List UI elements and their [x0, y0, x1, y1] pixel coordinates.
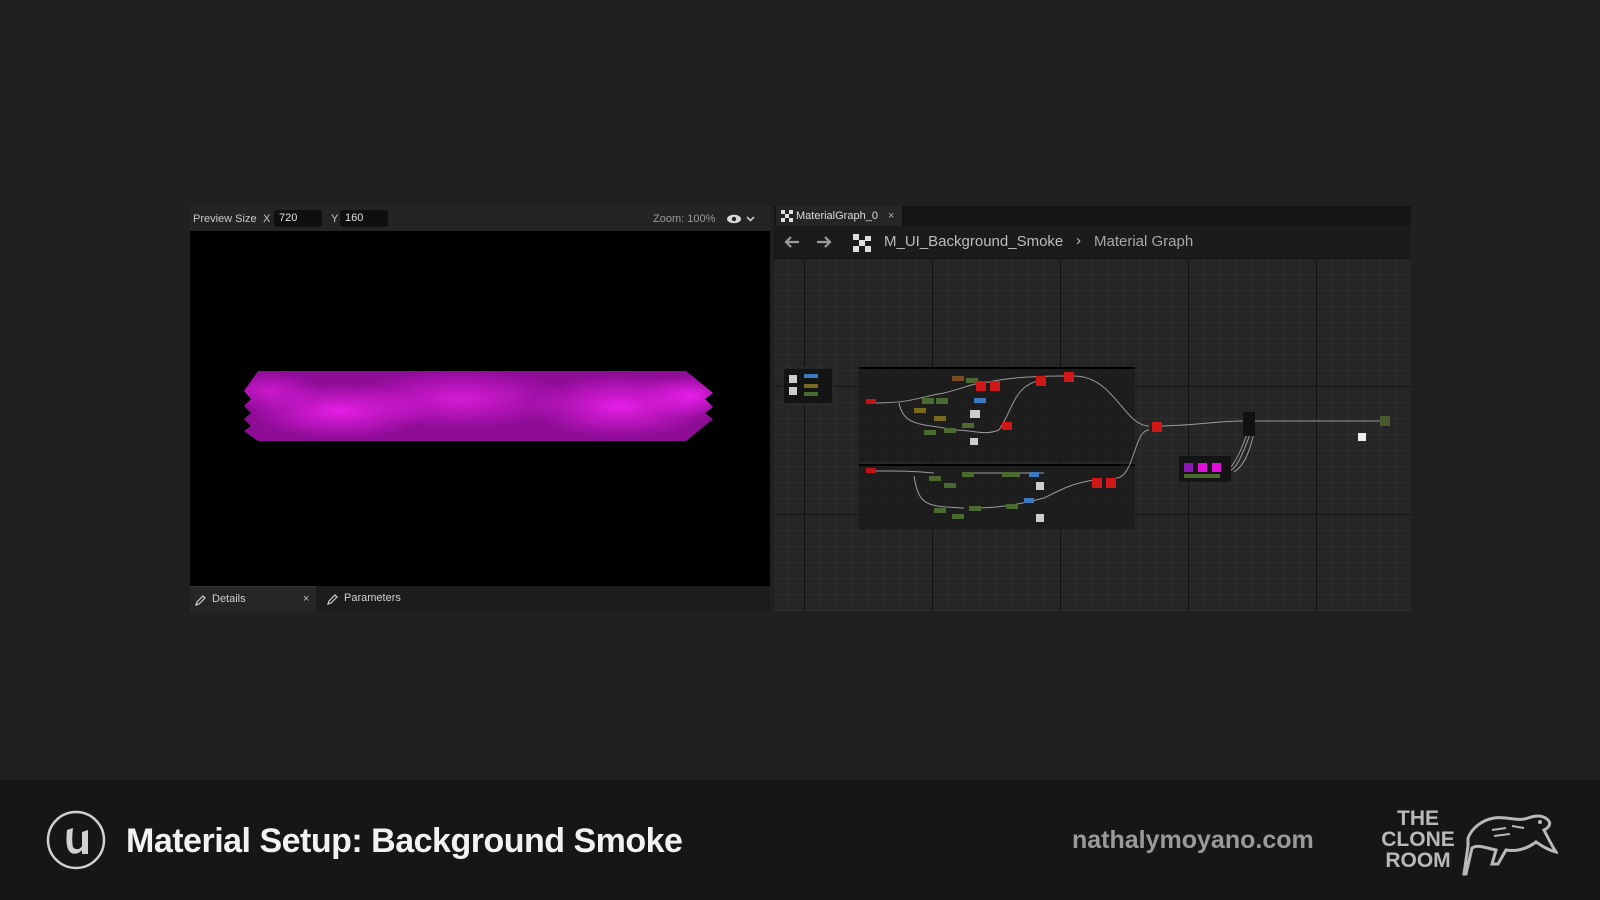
arrow-right-icon [817, 236, 832, 248]
tab-details-close[interactable]: × [303, 587, 309, 612]
graph-navigation-bar: M_UI_Background_Smoke › Material Graph [774, 226, 1411, 259]
brand-line: THE [1397, 807, 1439, 830]
clone-room-creature-logo [1462, 814, 1558, 876]
website-link[interactable]: nathalymoyano.com [1072, 826, 1314, 855]
tab-details-label: Details [212, 593, 246, 605]
graph-tab-bar: MaterialGraph_0 × [774, 206, 1411, 226]
zoom-level: Zoom: 100% [653, 213, 716, 225]
comment-box-1 [859, 367, 1135, 462]
preview-y-label: Y [331, 213, 339, 225]
eye-icon [727, 214, 755, 224]
chevron-down-icon [746, 216, 755, 222]
comment-box-2 [859, 464, 1135, 530]
preview-toolbar: Preview Size X 720 Y 160 Zoom: 100% [190, 206, 770, 231]
breadcrumb-material[interactable]: M_UI_Background_Smoke [884, 233, 1063, 250]
graph-canvas[interactable] [774, 258, 1411, 611]
tab-details[interactable]: Details × [190, 586, 316, 612]
tab-material-graph-label: MaterialGraph_0 [796, 210, 878, 222]
tab-material-graph[interactable]: MaterialGraph_0 × [776, 206, 902, 226]
arrow-left-icon [784, 236, 799, 248]
preview-viewport[interactable] [190, 231, 770, 586]
page-title: Material Setup: Background Smoke [126, 822, 683, 860]
tab-close-button[interactable]: × [888, 206, 894, 226]
graph-icon [781, 210, 793, 222]
back-button[interactable] [780, 232, 804, 252]
breadcrumb-material-graph[interactable]: Material Graph [1094, 233, 1193, 250]
brand-wordmark: THE CLONE ROOM [1378, 808, 1458, 871]
footer-banner: Material Setup: Background Smoke nathaly… [0, 780, 1600, 900]
unreal-engine-logo [46, 810, 106, 870]
smoke-preview [244, 371, 713, 441]
tab-parameters-label: Parameters [344, 592, 401, 604]
preview-y-input[interactable]: 160 [340, 210, 388, 227]
brand-line: ROOM [1385, 849, 1451, 872]
node-network [782, 367, 1390, 530]
preview-x-input[interactable]: 720 [274, 210, 322, 227]
tab-parameters[interactable]: Parameters [322, 586, 432, 611]
node-cluster-small [782, 367, 834, 405]
material-graph-panel: MaterialGraph_0 × M_UI_Background_Smoke … [774, 206, 1411, 611]
forward-button[interactable] [812, 232, 836, 252]
view-options-dropdown[interactable] [725, 211, 759, 227]
breadcrumb-separator: › [1076, 232, 1081, 249]
preview-size-label: Preview Size [193, 213, 257, 225]
brand-line: CLONE [1381, 828, 1455, 851]
preview-bottom-tabs: Details × Parameters [190, 586, 770, 612]
pencil-icon [327, 594, 338, 605]
preview-x-label: X [263, 213, 271, 225]
pencil-icon [195, 595, 206, 606]
preview-panel: Preview Size X 720 Y 160 Zoom: 100% Deta… [190, 206, 770, 612]
graph-icon [853, 234, 871, 252]
